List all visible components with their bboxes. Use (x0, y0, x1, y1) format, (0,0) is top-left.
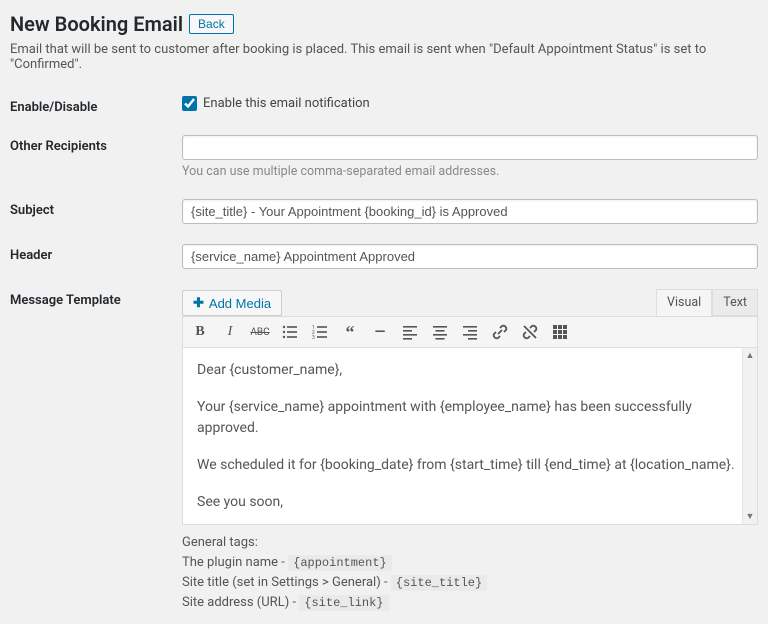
unlink-icon[interactable] (519, 321, 541, 343)
tag-line: Site title (set in Settings > General) -… (182, 573, 758, 593)
align-center-icon[interactable] (429, 321, 451, 343)
back-button[interactable]: Back (189, 14, 234, 34)
scroll-down-icon[interactable]: ▼ (743, 509, 757, 524)
editor-line: Your {service_name} appointment with {em… (197, 397, 743, 439)
align-right-icon[interactable] (459, 321, 481, 343)
recipients-hint: You can use multiple comma-separated ema… (182, 164, 758, 179)
tag-code: {site_title} (391, 575, 487, 591)
tab-visual[interactable]: Visual (656, 289, 712, 316)
enable-label: Enable/Disable (10, 96, 182, 115)
editor-toolbar: B I ABC 123 “ — (182, 316, 758, 348)
message-editor[interactable]: Dear {customer_name}, Your {service_name… (183, 348, 757, 524)
italic-icon[interactable]: I (219, 321, 241, 343)
template-label: Message Template (10, 289, 182, 614)
editor-line: See you soon, (197, 492, 743, 513)
bold-icon[interactable]: B (189, 321, 211, 343)
editor-line: Dear {customer_name}, (197, 360, 743, 381)
add-media-label: Add Media (209, 296, 271, 311)
tag-code: {site_link} (299, 595, 388, 611)
header-input[interactable] (182, 244, 758, 269)
recipients-input[interactable] (182, 135, 758, 160)
tab-text[interactable]: Text (712, 289, 758, 316)
numbered-list-icon[interactable]: 123 (309, 321, 331, 343)
subject-input[interactable] (182, 199, 758, 224)
blockquote-icon[interactable]: “ (339, 321, 361, 343)
tags-heading: General tags: (182, 533, 758, 553)
tag-line: The plugin name - {appointment} (182, 553, 758, 573)
enable-checkbox[interactable] (182, 96, 197, 111)
recipients-label: Other Recipients (10, 135, 182, 179)
add-media-button[interactable]: ✚ Add Media (182, 290, 282, 316)
hr-icon[interactable]: — (369, 321, 391, 343)
scroll-up-icon[interactable]: ▲ (743, 348, 757, 363)
toolbar-toggle-icon[interactable] (549, 321, 571, 343)
link-icon[interactable] (489, 321, 511, 343)
align-left-icon[interactable] (399, 321, 421, 343)
strikethrough-icon[interactable]: ABC (249, 321, 271, 343)
general-tags-block: General tags: The plugin name - {appoint… (182, 533, 758, 614)
enable-checkbox-label: Enable this email notification (203, 96, 370, 111)
svg-text:3: 3 (312, 335, 315, 340)
page-title: New Booking Email (10, 12, 183, 36)
editor-scrollbar[interactable]: ▲ ▼ (742, 348, 757, 524)
tag-line: Site address (URL) - {site_link} (182, 593, 758, 613)
media-icon: ✚ (193, 295, 204, 311)
header-label: Header (10, 244, 182, 269)
editor-line: We scheduled it for {booking_date} from … (197, 455, 743, 476)
page-subtitle: Email that will be sent to customer afte… (10, 42, 758, 72)
tag-code: {appointment} (288, 555, 392, 571)
subject-label: Subject (10, 199, 182, 224)
bullet-list-icon[interactable] (279, 321, 301, 343)
